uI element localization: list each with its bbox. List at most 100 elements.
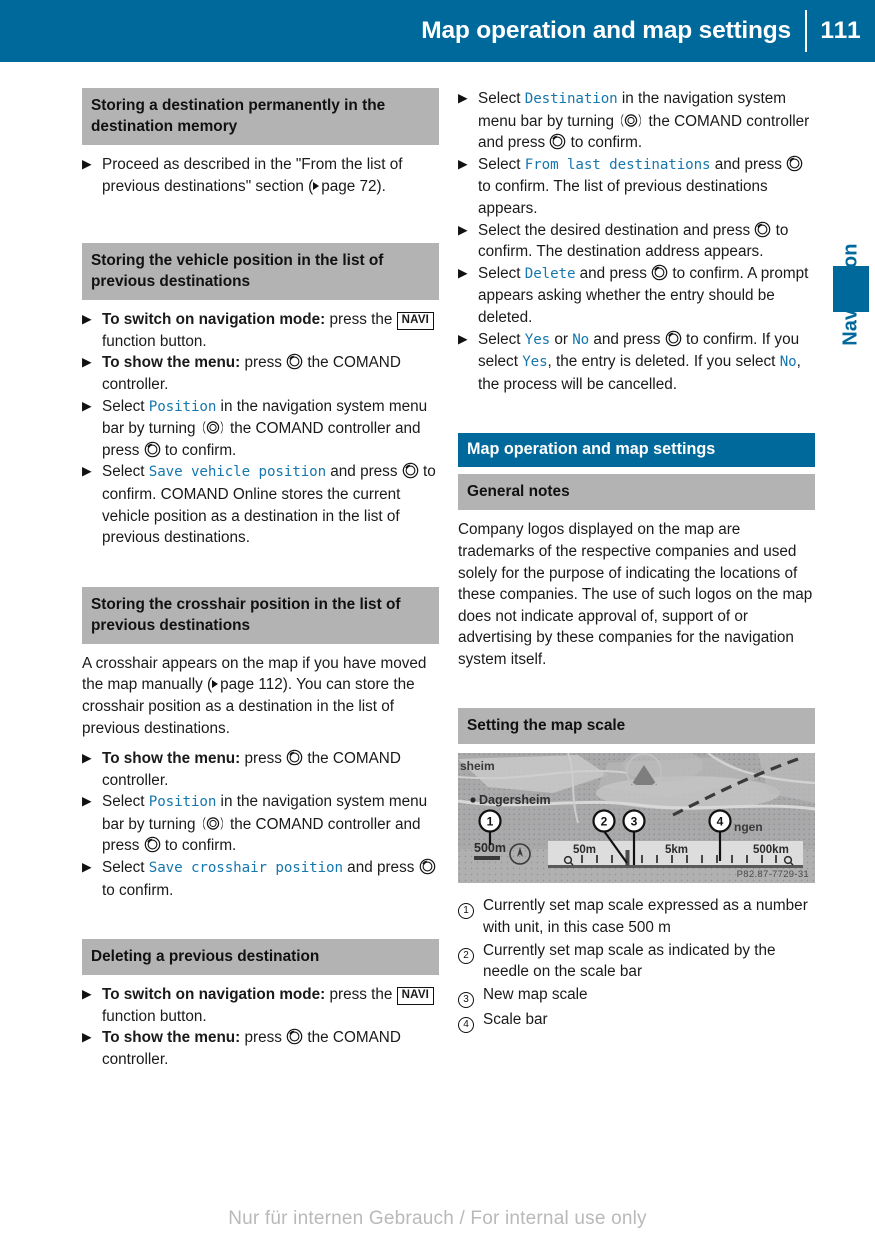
press-comand-controller-icon [144,837,160,853]
cross-reference-label[interactable]: page 72 [321,178,376,195]
step-item: ▶ Select Position in the navigation syst… [82,791,439,857]
figure-caption-code: P82.87-7729-31 [736,869,809,881]
step-lead: To switch on navigation mode: [102,311,326,329]
step-item: ▶ To switch on navigation mode: press th… [82,984,439,1027]
step-text: Select the desired destination and press [478,221,751,239]
press-comand-controller-icon [755,221,771,237]
left-column: Storing a destination permanently in the… [82,88,439,1071]
step-text-tail: to confirm. [102,881,174,899]
step-text: Select [102,397,149,415]
step-text: and press [326,463,398,481]
step-lead: To switch on navigation mode: [102,986,326,1004]
step-bullet-icon: ▶ [458,91,468,105]
map-illustration: sheim Dagersheim ngen 50m 5km 500km 500m… [458,753,815,884]
menu-item-delete[interactable]: Delete [525,266,576,282]
menu-item-no[interactable]: No [572,332,589,348]
menu-item-yes[interactable]: Yes [522,354,547,370]
scale-label-mid: 5km [665,844,688,856]
step-text: Select [478,155,525,173]
step-bullet-icon: ▶ [82,312,92,327]
step-lead: To show the menu: [102,354,241,372]
legend-text: Scale bar [483,1011,548,1029]
map-scale-figure: sheim Dagersheim ngen 50m 5km 500km 500m… [458,753,815,884]
menu-item-position[interactable]: Position [149,399,217,415]
press-comand-controller-icon [286,1029,303,1045]
step-text-tail: to confirm. [160,837,237,855]
legend-item: 3 New map scale [458,984,815,1009]
step-bullet-icon: ▶ [82,1030,92,1045]
step-text: or [550,330,573,348]
map-label-sheim: sheim [460,759,495,773]
step-text: and press [710,155,782,173]
scale-label-max: 500km [753,844,789,856]
heading-storing-vehicle-position: Storing the vehicle position in the list… [82,243,439,301]
chapter-tab-label: Navigation [839,243,862,346]
step-item: ▶ Proceed as described in the "From the … [82,154,439,197]
step-text: and press [342,859,415,877]
step-result: The destination address appears. [536,243,764,261]
general-notes-paragraph: Company logos displayed on the map are t… [458,521,813,668]
press-comand-controller-icon [550,133,566,150]
legend-text: New map scale [483,985,588,1003]
menu-item-save-crosshair-position[interactable]: Save crosshair position [149,860,343,876]
heading-storing-destination-permanently: Storing a destination permanently in the… [82,88,439,145]
press-comand-controller-icon [286,354,303,370]
step-bullet-icon: ▶ [82,157,92,171]
navi-function-button[interactable]: NAVI [396,986,435,1005]
step-item: ▶ To show the menu: press the COMAND con… [82,748,439,791]
map-label-ngen: ngen [734,820,763,834]
svg-text:4: 4 [717,815,724,829]
navi-function-button[interactable]: NAVI [396,311,435,330]
cross-reference-arrow-icon [212,680,219,689]
step-item: ▶ Select Yes or No and press to confirm.… [458,329,815,396]
step-item: ▶ To switch on navigation mode: press th… [82,309,439,352]
step-text-tail: to confirm. [160,441,237,459]
step-text: Select [478,264,525,282]
cross-reference-arrow-icon [313,181,320,190]
step-text: Select [102,463,149,481]
step-item: ▶ Select From last destinations and pres… [458,154,815,220]
svg-text:1: 1 [487,815,494,829]
legend-number-3: 3 [458,984,483,1009]
heading-storing-crosshair-position: Storing the crosshair position in the li… [82,586,439,644]
page-title: Map operation and map settings [421,16,791,44]
step-item: ▶ Select the desired destination and pre… [458,220,815,263]
map-label-dagersheim: Dagersheim [479,793,551,807]
page-header-bar: Map operation and map settings 111 [0,0,875,62]
right-column: ▶ Select Destination in the navigation s… [458,88,815,1035]
step-text: and press [589,330,661,348]
subheading-setting-map-scale: Setting the map scale [458,708,815,745]
legend-text: Currently set map scale as indicated by … [483,941,776,981]
menu-item-yes[interactable]: Yes [525,332,550,348]
menu-item-save-vehicle-position[interactable]: Save vehicle position [149,464,326,480]
step-text: press the [325,986,393,1004]
step-item: ▶ Select Position in the navigation syst… [82,396,439,462]
step-item: ▶ To show the menu: press the COMAND con… [82,1027,439,1070]
step-item: ▶ Select Save vehicle position and press… [82,461,439,548]
step-text: Select [102,793,149,811]
step-text-tail: function button. [102,1007,207,1025]
turn-comand-controller-icon [202,420,223,435]
legend-number-1: 1 [458,895,483,920]
subheading-general-notes: General notes [458,474,815,511]
menu-item-from-last-destinations[interactable]: From last destinations [525,157,711,173]
step-text-tail: to confirm. [478,178,550,196]
scale-label-min: 50m [573,844,596,856]
press-comand-controller-icon [665,330,682,346]
step-bullet-icon: ▶ [458,156,468,171]
step-text-tail: to confirm. [681,330,758,348]
legend-text: Currently set map scale expressed as a n… [483,897,808,937]
step-text: press [240,1029,282,1047]
svg-text:2: 2 [601,815,608,829]
step-text-tail: function button. [102,332,207,350]
menu-item-no[interactable]: No [780,354,797,370]
press-comand-controller-icon [786,155,803,172]
heading-deleting-previous-destination: Deleting a previous destination [82,939,439,976]
menu-item-position[interactable]: Position [149,794,217,810]
cross-reference-label[interactable]: page 112 [220,676,283,693]
legend-item: 1 Currently set map scale expressed as a… [458,895,815,938]
turn-comand-controller-icon [621,113,642,127]
press-comand-controller-icon [419,858,435,875]
menu-item-destination[interactable]: Destination [525,91,618,107]
step-text: press [240,750,282,768]
